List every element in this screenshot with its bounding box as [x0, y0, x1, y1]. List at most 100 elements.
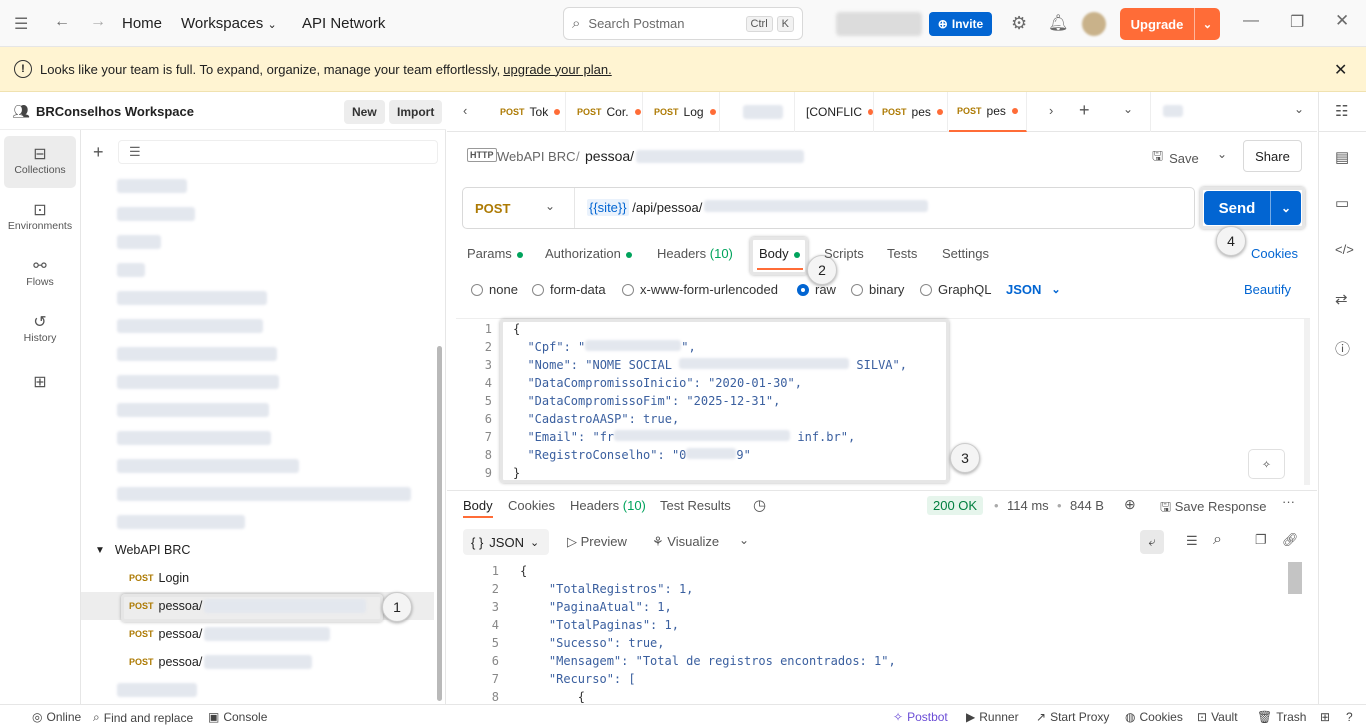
- forward-arrow-icon[interactable]: →: [90, 13, 106, 31]
- bell-icon[interactable]: 🔔︎: [1048, 13, 1068, 33]
- gear-icon[interactable]: ⚙: [1011, 13, 1027, 34]
- team-avatars[interactable]: [836, 12, 922, 36]
- url-input[interactable]: {{site}} /api/pessoa/: [587, 199, 929, 216]
- radio-urlencoded[interactable]: x-www-form-urlencoded: [622, 282, 778, 297]
- tab-request-active[interactable]: POST pes: [949, 92, 1027, 132]
- workspace-name[interactable]: BRConselhos Workspace: [36, 104, 194, 119]
- workspace-overview[interactable]: ☷: [1318, 92, 1366, 132]
- tab-request[interactable]: POST Log: [646, 92, 720, 132]
- help-icon[interactable]: ?: [1346, 710, 1353, 724]
- cookies-link[interactable]: Cookies: [1251, 246, 1298, 261]
- scrollbar[interactable]: [1304, 319, 1310, 485]
- chevron-down-icon[interactable]: ⌄: [739, 533, 749, 547]
- response-time[interactable]: 114 ms: [1007, 498, 1049, 513]
- documentation-icon[interactable]: ▤: [1335, 148, 1349, 166]
- list-item[interactable]: _: [81, 676, 436, 704]
- nav-flows[interactable]: ⚯ Flows: [4, 248, 76, 300]
- tab-scripts[interactable]: Scripts: [824, 246, 864, 261]
- environment-selector[interactable]: _⌄: [1150, 92, 1317, 132]
- resp-tab-headers[interactable]: Headers (10): [570, 498, 646, 513]
- scrollbar[interactable]: [437, 346, 442, 701]
- postbot-button[interactable]: ✧ Postbot: [893, 710, 948, 724]
- related-icon[interactable]: ⇄: [1335, 290, 1348, 308]
- layout-icon[interactable]: ⊞: [1320, 710, 1330, 724]
- request-pessoa-2[interactable]: POST pessoa/_: [81, 620, 436, 648]
- folder-webapi-brc[interactable]: ▼ WebAPI BRC: [81, 536, 436, 564]
- request-pessoa-3[interactable]: POST pessoa/_: [81, 648, 436, 676]
- start-proxy-button[interactable]: ↗ Start Proxy: [1036, 710, 1109, 724]
- radio-raw[interactable]: raw: [797, 282, 836, 297]
- cookies-button[interactable]: ◍ Cookies: [1125, 710, 1183, 724]
- tab-blurred[interactable]: _: [723, 92, 795, 132]
- code-icon[interactable]: </>: [1335, 242, 1354, 257]
- list-item[interactable]: _: [81, 508, 436, 536]
- tab-params[interactable]: Params: [467, 246, 523, 261]
- search-icon[interactable]: ⌕: [1213, 531, 1222, 549]
- tab-body[interactable]: Body: [759, 246, 800, 261]
- vault-button[interactable]: ⊡ Vault: [1197, 710, 1238, 724]
- visualize-button[interactable]: ⚘ Visualize: [652, 534, 719, 550]
- back-arrow-icon[interactable]: ←: [54, 13, 70, 31]
- copy-icon[interactable]: ❐: [1255, 532, 1267, 548]
- tab-settings[interactable]: Settings: [942, 246, 989, 261]
- radio-binary[interactable]: binary: [851, 282, 904, 297]
- status-badge[interactable]: 200 OK: [927, 496, 984, 515]
- more-options-icon[interactable]: ···: [1282, 494, 1295, 509]
- history-icon[interactable]: ◷: [753, 496, 766, 514]
- chevron-down-icon[interactable]: ⌄: [1270, 191, 1301, 225]
- search-bar[interactable]: ⌕ Search Postman Ctrl K: [563, 7, 803, 40]
- chevron-down-icon[interactable]: ⌄: [1123, 102, 1133, 116]
- api-network-link[interactable]: API Network: [302, 15, 385, 32]
- console-button[interactable]: ▣ Console: [208, 710, 267, 724]
- close-window-icon[interactable]: ✕: [1335, 11, 1349, 31]
- close-banner-icon[interactable]: ✕: [1334, 60, 1347, 80]
- radio-none[interactable]: none: [471, 282, 518, 297]
- postbot-icon[interactable]: ✧: [1248, 449, 1285, 479]
- list-item[interactable]: _: [81, 172, 436, 200]
- list-item[interactable]: _: [81, 284, 436, 312]
- menu-icon[interactable]: ☰: [14, 14, 28, 34]
- list-item[interactable]: _: [81, 424, 436, 452]
- breadcrumb-parent[interactable]: WebAPI BRC: [497, 149, 576, 164]
- list-item[interactable]: _: [81, 200, 436, 228]
- tab-authorization[interactable]: Authorization: [545, 246, 632, 261]
- list-item[interactable]: _: [81, 396, 436, 424]
- radio-graphql[interactable]: GraphQL: [920, 282, 991, 297]
- share-button[interactable]: Share: [1243, 140, 1302, 172]
- tab-headers[interactable]: Headers (10): [657, 246, 733, 261]
- filter-input[interactable]: ☰: [118, 140, 438, 164]
- list-item[interactable]: _: [81, 312, 436, 340]
- save-response-button[interactable]: 🖫︎ Save Response: [1160, 498, 1266, 520]
- chevron-down-icon[interactable]: ⌄: [1194, 8, 1220, 40]
- body-format-select[interactable]: JSON ⌄: [1006, 282, 1061, 297]
- tabs-scroll-left-icon[interactable]: ‹: [463, 103, 467, 118]
- list-item[interactable]: _: [81, 452, 436, 480]
- new-tab-icon[interactable]: +: [1079, 100, 1090, 121]
- method-select[interactable]: POST ⌄: [463, 188, 575, 228]
- request-login[interactable]: POST Login: [81, 564, 436, 592]
- wrap-lines-icon[interactable]: ⤶: [1140, 530, 1164, 554]
- tab-request[interactable]: POST Cor.: [569, 92, 643, 132]
- resp-tab-cookies[interactable]: Cookies: [508, 498, 555, 513]
- info-icon[interactable]: ⓘ: [1335, 338, 1350, 359]
- avatar[interactable]: [1082, 12, 1106, 36]
- list-item[interactable]: _: [81, 368, 436, 396]
- resp-tab-test-results[interactable]: Test Results: [660, 498, 731, 513]
- preview-button[interactable]: ▷ Preview: [567, 534, 627, 550]
- response-size[interactable]: 844 B: [1070, 498, 1104, 513]
- scrollbar[interactable]: [1288, 562, 1302, 594]
- minimize-icon[interactable]: —: [1243, 12, 1259, 30]
- link-icon[interactable]: 🔗︎: [1282, 532, 1299, 548]
- save-button[interactable]: 🖫︎ Save: [1152, 147, 1199, 169]
- comments-icon[interactable]: ▭: [1335, 194, 1349, 212]
- trash-button[interactable]: 🗑︎ Trash: [1257, 710, 1306, 724]
- list-item[interactable]: _: [81, 228, 436, 256]
- tab-request[interactable]: POST pes: [874, 92, 948, 132]
- home-link[interactable]: Home: [122, 15, 162, 32]
- response-body[interactable]: 1 2 3 4 5 6 7 8 { "TotalRegistros": 1, "…: [447, 560, 1307, 704]
- send-button[interactable]: Send ⌄: [1204, 191, 1301, 225]
- nav-environments[interactable]: ⊡ Environments: [4, 192, 76, 244]
- restore-icon[interactable]: ❐: [1290, 12, 1304, 32]
- resp-tab-body[interactable]: Body: [463, 498, 493, 513]
- response-format-select[interactable]: { } JSON ⌄: [463, 529, 549, 555]
